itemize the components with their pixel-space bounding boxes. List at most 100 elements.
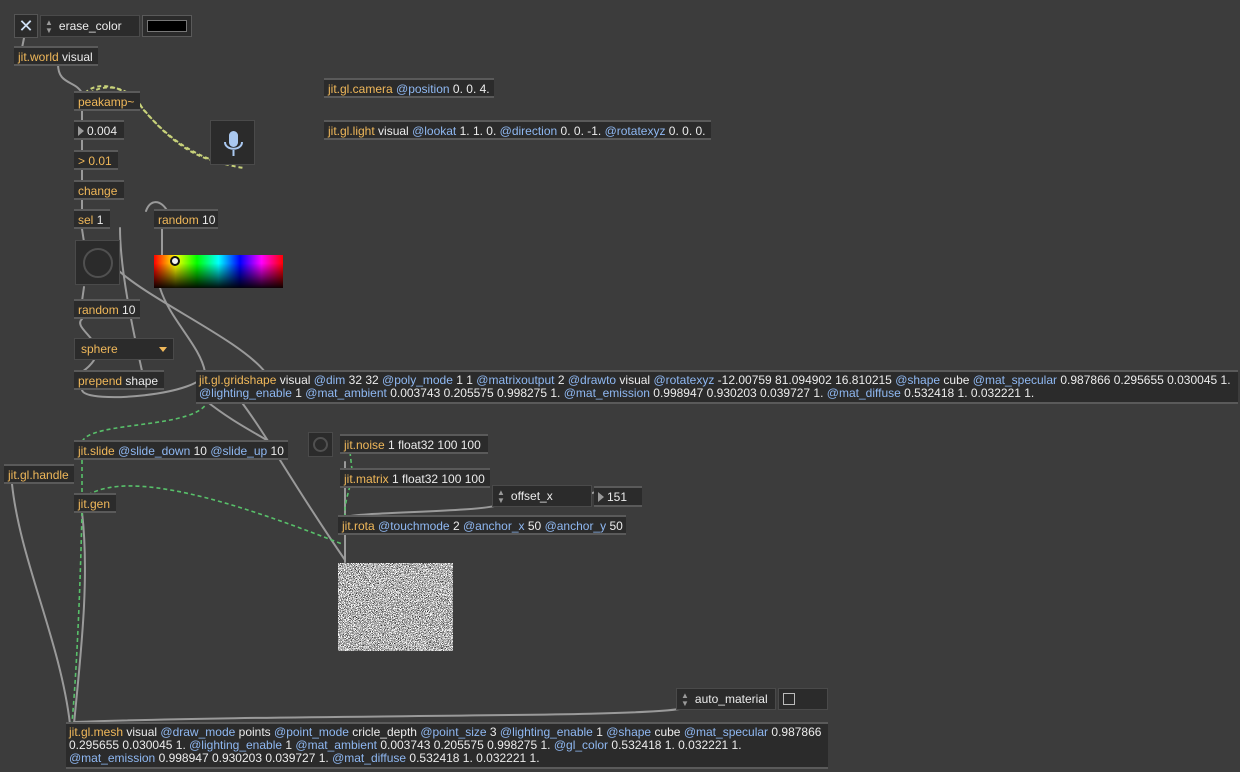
object-attr: @lighting_enable [499,725,593,739]
object-args: visual [378,124,409,138]
color-picker-knob[interactable] [170,256,180,266]
close-icon: ✕ [18,16,34,36]
object-attr: @poly_mode [382,373,453,387]
shape-menu[interactable]: sphere [74,338,174,360]
bang-small-button[interactable] [308,432,333,457]
object-prepend[interactable]: prepend shape [74,370,164,390]
object-class: sel [78,213,94,227]
object-attr: @lighting_enable [199,386,292,400]
object-args: visual [126,725,158,739]
ezadc-button[interactable] [210,120,255,165]
object-class: > 0.01 [78,154,112,168]
bang-icon [313,437,328,452]
object-jit-matrix[interactable]: jit.matrix 1 float32 100 100 [340,468,490,488]
color-swatch-fill [147,20,187,32]
bang-button[interactable] [75,240,120,285]
object-jit-world[interactable]: jit.world visual [14,46,98,66]
object-class: jit.gl.camera [328,82,393,96]
cord [239,399,346,561]
cord [73,511,86,725]
object-attr-value: 0. 0. 4. [452,82,490,96]
object-class: random [78,303,119,317]
object-change[interactable]: change [74,180,124,200]
object-attr: @mat_specular [683,725,769,739]
auto-material-menu[interactable]: ▲ ▼ auto_material [676,688,776,710]
patcher-canvas[interactable]: ✕ ▲ ▼ erase_color jit.world visual peakamp… [0,0,1240,772]
number-arrow-icon [78,126,84,136]
object-random-top[interactable]: random 10 [154,209,218,229]
object-attr-value: 0.532418 1. 0.032221 1. [611,738,742,752]
object-attr-value: 50 [609,519,623,533]
object-attr-value: 1 [295,386,302,400]
chevron-down-icon [159,347,167,352]
object-attr: @mat_specular [972,373,1058,387]
number-value: 151 [607,490,628,504]
number-box-peak[interactable]: 0.004 [74,120,124,140]
object-args: visual [62,50,93,64]
object-attr-value: 2 [452,519,460,533]
object-attr-value: 0.987866 0.295655 0.030045 1. [1060,373,1231,387]
object-jit-slide[interactable]: jit.slide @slide_down 10 @slide_up 10 [74,440,288,460]
object-attr: @mat_diffuse [332,751,407,765]
object-jit-gl-gridshape[interactable]: jit.gl.gridshape visual @dim 32 32 @poly… [196,370,1238,404]
matrix-cord [343,485,351,518]
offset-menu[interactable]: ▲ ▼ offset_x [492,485,592,507]
object-attr-value: 0.003743 0.205575 0.998275 1. [390,386,561,400]
matrix-cord [71,511,83,723]
object-peakamp[interactable]: peakamp~ [74,91,140,111]
object-attr-value: 1 [596,725,603,739]
cord [204,399,271,443]
object-attr-value: 10 [270,444,284,458]
object-jit-gen[interactable]: jit.gen [74,493,116,513]
object-attr: @touchmode [378,519,450,533]
object-sel[interactable]: sel 1 [74,209,110,229]
object-attr-value: 0.003743 0.205575 0.998275 1. [380,738,551,752]
erase-color-swatch[interactable] [142,15,192,37]
object-args: 1 float32 100 100 [388,438,481,452]
number-box-offset[interactable]: 151 [594,486,642,507]
erase-color-label: erase_color [58,19,122,33]
offset-menu-value: offset_x [510,489,553,503]
object-jit-rota[interactable]: jit.rota @touchmode 2 @anchor_x 50 @anch… [338,515,626,535]
object-attr-value: 10 [193,444,207,458]
noise-preview-window[interactable] [338,563,453,651]
microphone-icon [224,131,243,156]
toggle-button[interactable]: ✕ [14,14,38,38]
object-jit-noise[interactable]: jit.noise 1 float32 100 100 [340,434,488,454]
object-args: 1 [96,213,104,227]
object-attr: @rotatexyz [604,124,666,138]
object-class: random [158,213,199,227]
object-args: shape [125,374,159,388]
object-attr: @slide_down [118,444,191,458]
object-attr: @mat_ambient [295,738,377,752]
auto-material-toggle[interactable] [778,688,828,710]
object-jit-gl-handle[interactable]: jit.gl.handle [4,464,74,484]
object-attr: @matrixoutput [476,373,555,387]
object-class: jit.slide [78,444,115,458]
checkbox-icon [783,693,795,705]
object-attr-value: 32 32 [348,373,379,387]
object-class: jit.world [18,50,59,64]
object-attr-value: cricle_depth [352,725,417,739]
object-jit-gl-mesh[interactable]: jit.gl.mesh visual @draw_mode points @po… [66,722,828,769]
color-picker[interactable] [154,255,283,288]
object-attr-value: 0.532418 1. 0.032221 1. [409,751,540,765]
erase-color-menu[interactable]: ▲ ▼ erase_color [40,15,140,37]
object-attr: @point_size [420,725,487,739]
object-attr: @dim [313,373,346,387]
object-args: 10 [202,213,216,227]
object-attr-value: 1 [285,738,293,752]
object-attr: @position [396,82,450,96]
object-attr-value: 2 [557,373,565,387]
object-attr: @gl_color [553,738,609,752]
matrix-cord [81,399,209,443]
object-jit-gl-camera[interactable]: jit.gl.camera @position 0. 0. 4. [324,78,494,98]
object-attr-value: 1. 1. 0. [459,124,497,138]
object-greater-than[interactable]: > 0.01 [74,150,118,170]
object-attr: @shape [606,725,652,739]
object-args: visual [279,373,311,387]
object-class: jit.gen [78,497,111,511]
object-jit-gl-light[interactable]: jit.gl.light visual @lookat 1. 1. 0. @di… [324,120,711,140]
object-attr-value: -12.00759 81.094902 16.810215 [717,373,892,387]
object-random-mid[interactable]: random 10 [74,299,140,319]
